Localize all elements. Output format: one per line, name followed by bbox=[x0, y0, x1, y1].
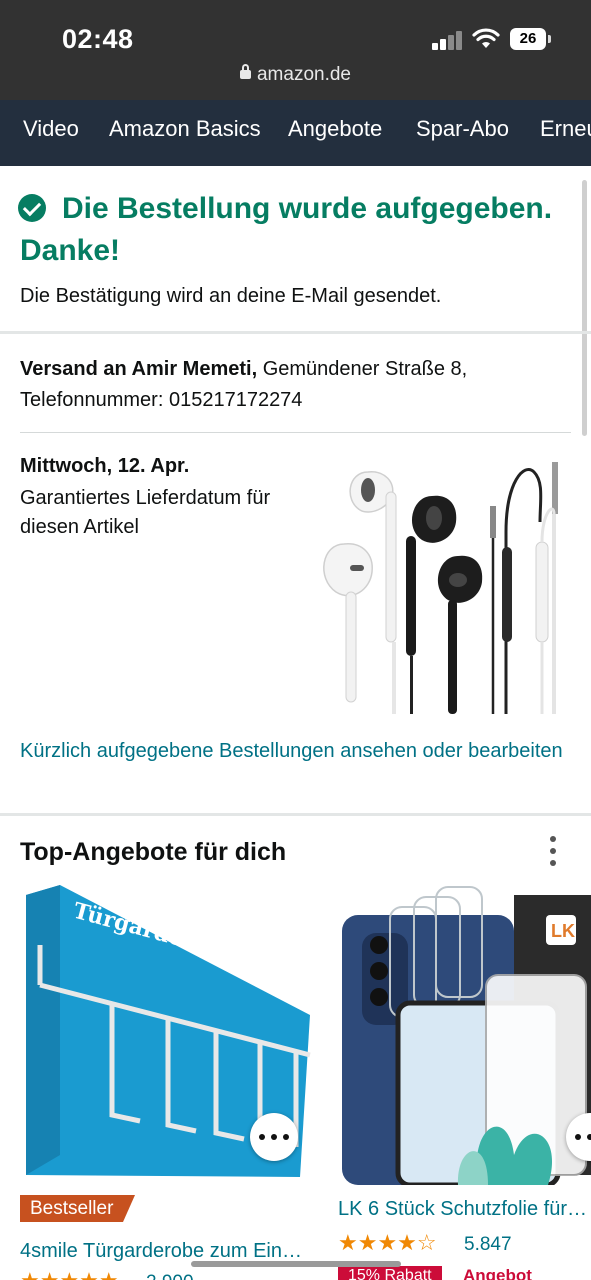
home-indicator[interactable] bbox=[191, 1261, 401, 1267]
star-rating-icon: ★★★★★ bbox=[20, 1268, 119, 1280]
divider bbox=[20, 432, 571, 433]
deal-label: Angebot bbox=[463, 1266, 532, 1280]
deal-card-image[interactable]: Türgarderobe bbox=[20, 885, 322, 1185]
star-rating-icon: ★★★★☆ bbox=[338, 1230, 437, 1255]
svg-text:LK: LK bbox=[551, 921, 575, 941]
clock: 02:48 bbox=[62, 24, 134, 54]
earphones-product-image[interactable] bbox=[308, 452, 570, 714]
deal-card-title[interactable]: 4smile Türgarderobe zum Einhängen bbox=[20, 1240, 310, 1263]
nav-item-spar-abo[interactable]: Spar-Abo bbox=[416, 116, 509, 142]
nav-item-video[interactable]: Video bbox=[23, 116, 79, 142]
category-nav: Video Amazon Basics Angebote Spar-Abo Er… bbox=[0, 100, 591, 166]
lock-icon bbox=[239, 64, 251, 79]
shipping-address: Versand an Amir Memeti, Gemündener Straß… bbox=[20, 354, 560, 416]
more-options-icon[interactable] bbox=[543, 836, 563, 866]
rating-count[interactable]: 2.900 bbox=[146, 1272, 194, 1280]
nav-item-amazon-basics[interactable]: Amazon Basics bbox=[109, 116, 261, 142]
recent-orders-link[interactable]: Kürzlich aufgegebene Bestellungen ansehe… bbox=[20, 736, 570, 766]
confirmation-subtitle: Die Bestätigung wird an deine E-Mail ges… bbox=[20, 285, 442, 307]
cellular-signal-icon bbox=[432, 30, 464, 50]
deal-card-image[interactable]: LK bbox=[338, 885, 591, 1185]
divider bbox=[0, 813, 591, 816]
scrollbar[interactable] bbox=[582, 180, 587, 436]
delivery-note: Garantiertes Lieferdatum für diesen Arti… bbox=[20, 487, 271, 538]
url-text: amazon.de bbox=[256, 64, 351, 85]
wifi-icon bbox=[472, 28, 500, 48]
address-bar[interactable]: amazon.de bbox=[0, 64, 591, 86]
discount-badge: 15% Rabatt bbox=[338, 1266, 442, 1280]
divider bbox=[0, 331, 591, 334]
rating-count[interactable]: 5.847 bbox=[464, 1234, 512, 1256]
browser-status-bar: 02:48 26 amazon.de bbox=[0, 0, 591, 100]
nav-item-erneut-kaufen[interactable]: Erneut kaufen bbox=[540, 116, 591, 142]
card-more-button[interactable] bbox=[250, 1113, 298, 1161]
nav-item-angebote[interactable]: Angebote bbox=[288, 116, 382, 142]
delivery-date: Mittwoch, 12. Apr. bbox=[20, 455, 190, 477]
shipping-recipient: Versand an Amir Memeti, bbox=[20, 358, 258, 380]
deal-card-title[interactable]: LK 6 Stück Schutzfolie für Samsung bbox=[338, 1198, 591, 1221]
confirmation-title: Die Bestellung wurde aufgegeben. Danke! bbox=[20, 192, 553, 267]
top-deals-title: Top-Angebote für dich bbox=[20, 838, 287, 866]
bestseller-badge: Bestseller bbox=[20, 1195, 136, 1222]
battery-icon: 26 bbox=[510, 28, 551, 50]
